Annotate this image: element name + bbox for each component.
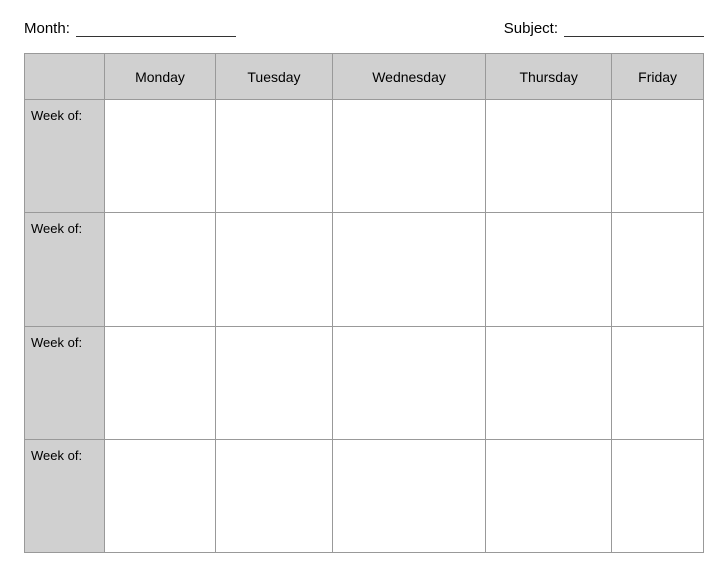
cell-tuesday-row2[interactable] (216, 326, 333, 439)
cell-wednesday-row3[interactable] (332, 439, 485, 552)
cell-friday-row2[interactable] (612, 326, 704, 439)
cell-wednesday-row0[interactable] (332, 100, 485, 213)
header: Month: Subject: (24, 20, 704, 37)
table-row: Week of: (25, 100, 704, 213)
cell-friday-row1[interactable] (612, 213, 704, 326)
col-header-monday: Monday (105, 54, 216, 100)
cell-friday-row0[interactable] (612, 100, 704, 213)
month-field: Month: (24, 20, 236, 37)
cell-tuesday-row1[interactable] (216, 213, 333, 326)
col-header-tuesday: Tuesday (216, 54, 333, 100)
month-label: Month: (24, 20, 70, 37)
cell-monday-row0[interactable] (105, 100, 216, 213)
subject-label: Subject: (504, 20, 558, 37)
cell-thursday-row3[interactable] (486, 439, 612, 552)
week-label-1: Week of: (25, 213, 105, 326)
cell-thursday-row0[interactable] (486, 100, 612, 213)
col-header-thursday: Thursday (486, 54, 612, 100)
cell-thursday-row1[interactable] (486, 213, 612, 326)
col-header-wednesday: Wednesday (332, 54, 485, 100)
month-input[interactable] (76, 21, 236, 37)
cell-monday-row3[interactable] (105, 439, 216, 552)
week-label-3: Week of: (25, 439, 105, 552)
cell-monday-row2[interactable] (105, 326, 216, 439)
cell-tuesday-row0[interactable] (216, 100, 333, 213)
week-label-2: Week of: (25, 326, 105, 439)
subject-input[interactable] (564, 21, 704, 37)
cell-wednesday-row1[interactable] (332, 213, 485, 326)
col-header-friday: Friday (612, 54, 704, 100)
cell-friday-row3[interactable] (612, 439, 704, 552)
table-row: Week of: (25, 439, 704, 552)
cell-tuesday-row3[interactable] (216, 439, 333, 552)
cell-monday-row1[interactable] (105, 213, 216, 326)
cell-thursday-row2[interactable] (486, 326, 612, 439)
col-header-empty (25, 54, 105, 100)
table-row: Week of: (25, 213, 704, 326)
calendar-table: Monday Tuesday Wednesday Thursday Friday… (24, 53, 704, 553)
page: Month: Subject: Monday Tuesday Wednesday (0, 0, 728, 563)
week-label-0: Week of: (25, 100, 105, 213)
header-row: Monday Tuesday Wednesday Thursday Friday (25, 54, 704, 100)
table-row: Week of: (25, 326, 704, 439)
cell-wednesday-row2[interactable] (332, 326, 485, 439)
subject-field: Subject: (504, 20, 704, 37)
